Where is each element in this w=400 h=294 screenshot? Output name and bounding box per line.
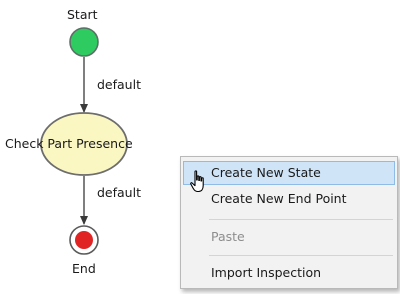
menu-item-paste: Paste bbox=[211, 229, 245, 244]
menu-item-import-inspection[interactable]: Import Inspection bbox=[183, 261, 395, 285]
end-node-core bbox=[75, 231, 93, 249]
menu-item-create-new-end-point[interactable]: Create New End Point bbox=[183, 187, 395, 211]
workflow-canvas[interactable]: Start default Check Part Presence defaul… bbox=[0, 0, 400, 294]
edge-state-to-end-label: default bbox=[97, 185, 141, 200]
menu-item-create-new-state[interactable]: Create New State bbox=[183, 161, 395, 185]
state-node-label: Check Part Presence bbox=[5, 136, 133, 151]
start-node-label: Start bbox=[67, 7, 98, 22]
end-node-label: End bbox=[72, 261, 96, 276]
hand-pointer-icon bbox=[190, 170, 204, 193]
menu-separator bbox=[209, 255, 393, 256]
start-node[interactable] bbox=[69, 27, 99, 57]
context-menu: Create New State Create New End Point Pa… bbox=[180, 156, 398, 289]
edge-start-to-state-label: default bbox=[97, 77, 141, 92]
menu-separator bbox=[209, 219, 393, 220]
